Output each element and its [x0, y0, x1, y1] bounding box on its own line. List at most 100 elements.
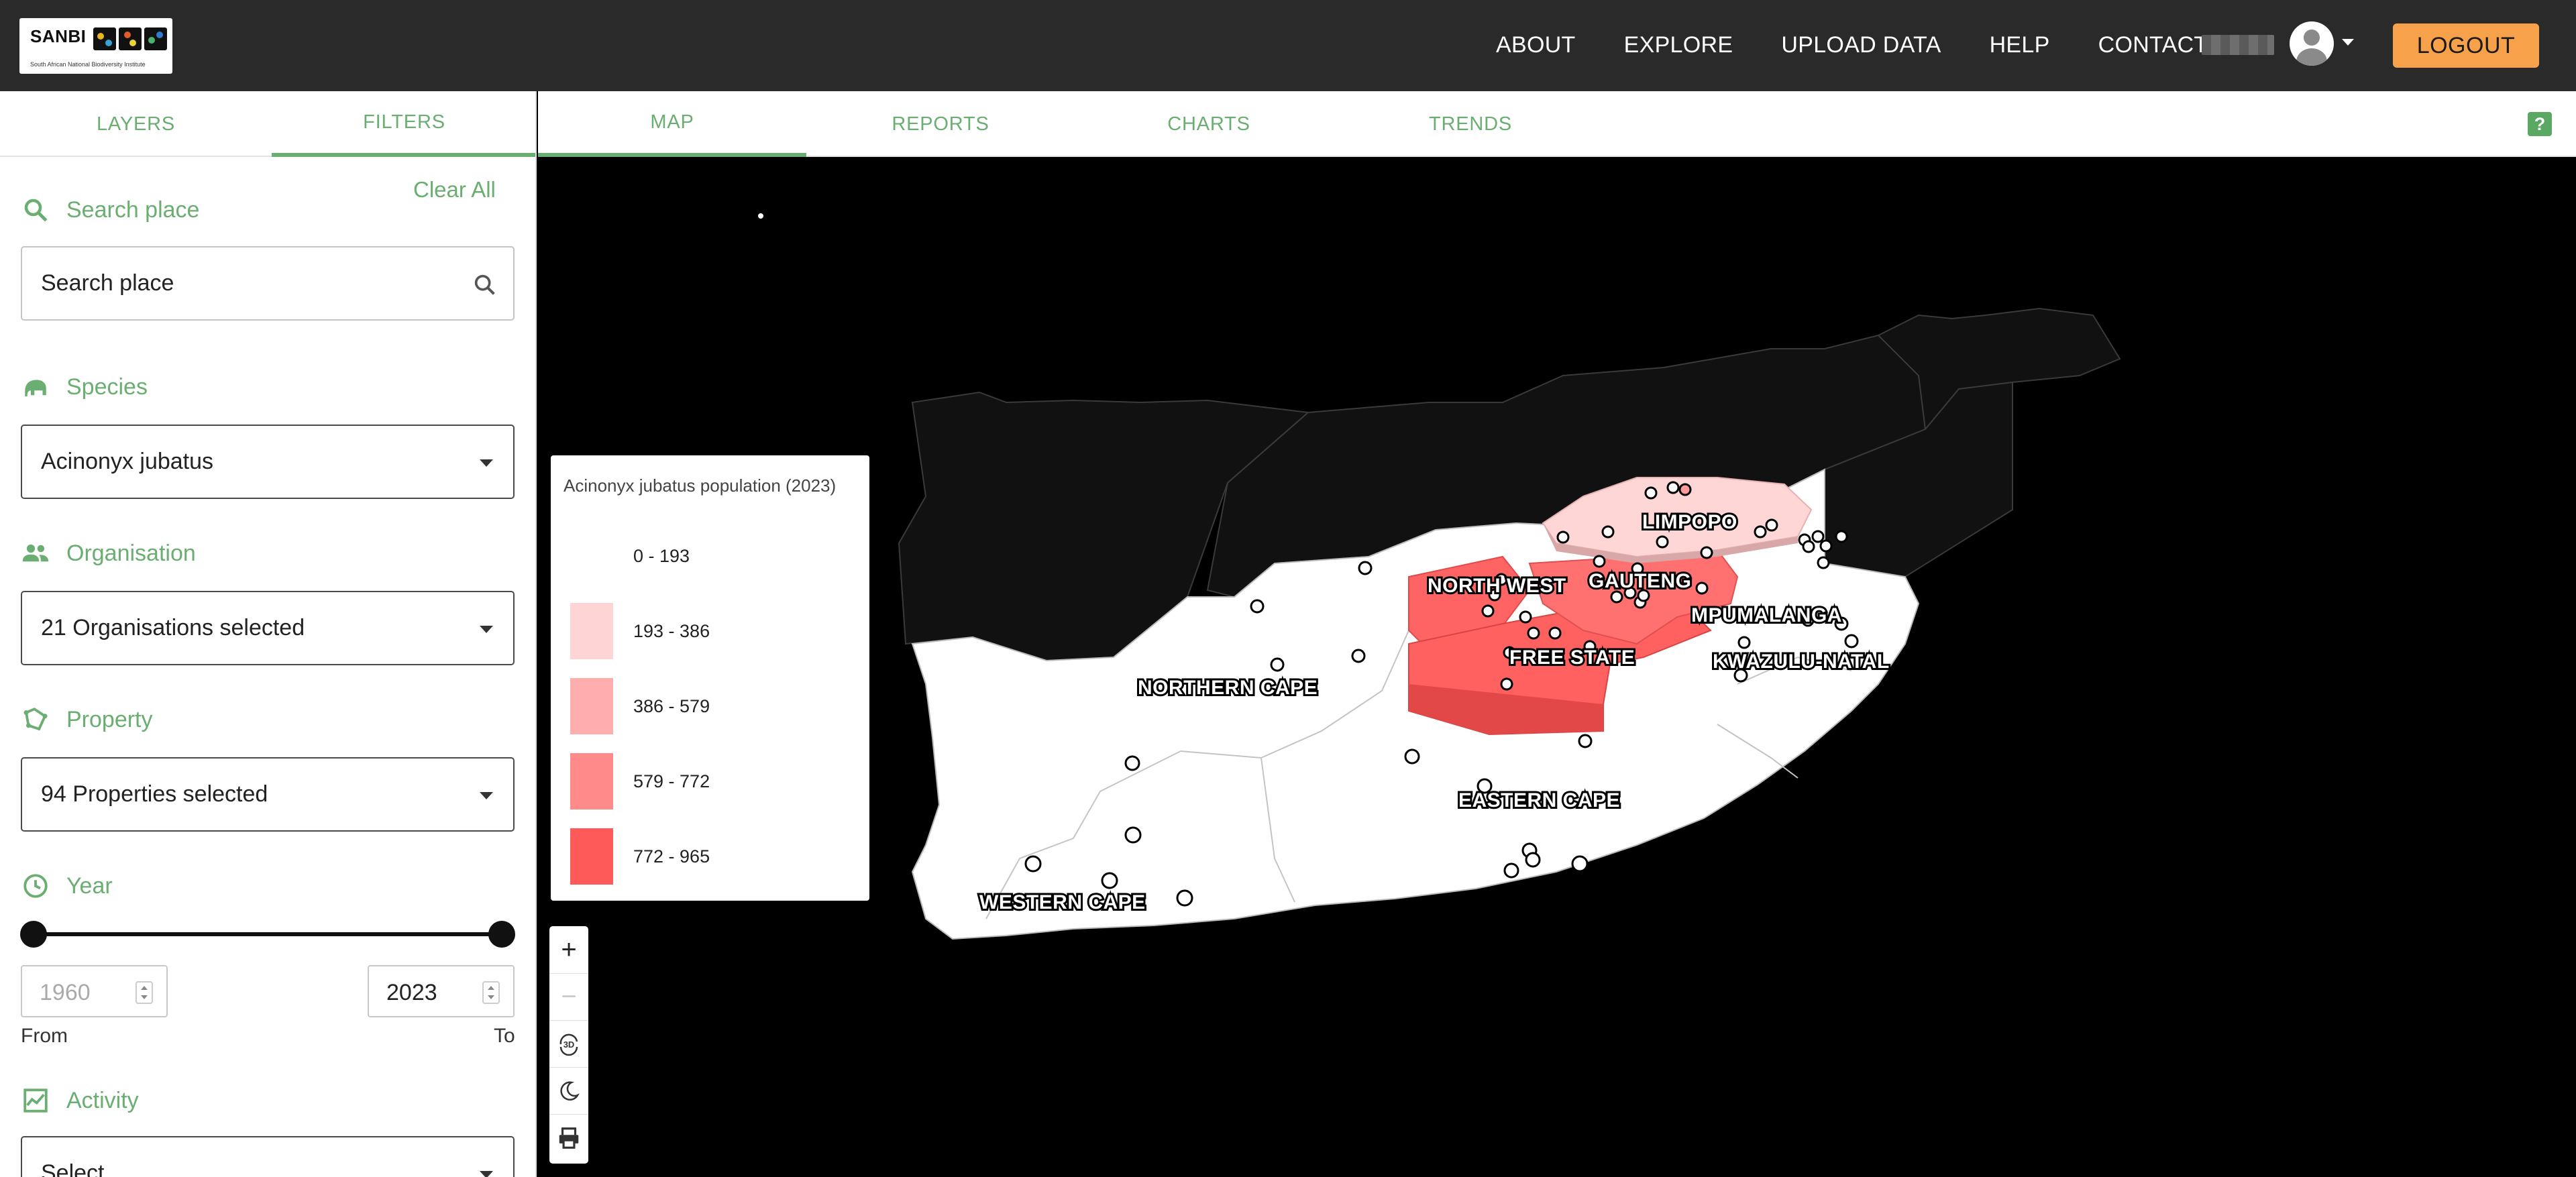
observation-point[interactable]: [1644, 486, 1658, 500]
year-from-input[interactable]: 1960: [21, 965, 168, 1017]
clock-icon: [23, 874, 48, 898]
observation-point[interactable]: [1358, 561, 1373, 575]
nav-contact[interactable]: CONTACT: [2098, 32, 2208, 58]
year-to-thumb[interactable]: [488, 921, 515, 948]
observation-point[interactable]: [1819, 539, 1833, 553]
zoom-in-button[interactable]: +: [549, 926, 588, 973]
3d-toggle-button[interactable]: 3D: [549, 1020, 588, 1067]
observation-point[interactable]: [1176, 889, 1193, 907]
legend-swatch: [570, 753, 613, 809]
observation-point[interactable]: [1666, 481, 1680, 494]
legend-item: 579 - 772: [570, 753, 865, 809]
province-label-mpumalanga: MPUMALANGA: [1691, 604, 1842, 626]
stepper-icon[interactable]: [136, 981, 153, 1004]
legend-swatch: [570, 678, 613, 734]
observation-point[interactable]: [1844, 634, 1859, 649]
legend-title: Acinonyx jubatus population (2023): [564, 475, 837, 496]
observation-point[interactable]: [1124, 826, 1142, 844]
observation-point[interactable]: [1802, 540, 1815, 553]
tab-layers[interactable]: LAYERS: [0, 91, 272, 157]
observation-point[interactable]: [1765, 518, 1778, 532]
observation-point[interactable]: [1571, 855, 1589, 873]
observation-point[interactable]: [1610, 590, 1623, 604]
map-legend: Acinonyx jubatus population (2023) 0 - 1…: [551, 455, 869, 901]
print-button[interactable]: [549, 1114, 588, 1161]
chevron-down-icon[interactable]: [2342, 39, 2354, 46]
observation-point[interactable]: [1817, 556, 1830, 569]
province-label-north-west: NORTH WEST: [1428, 575, 1566, 597]
species-select[interactable]: Acinonyx jubatus: [21, 425, 515, 499]
user-avatar-icon[interactable]: [2290, 21, 2334, 66]
observation-point[interactable]: [1578, 734, 1593, 748]
observation-point[interactable]: [1250, 599, 1265, 614]
observation-point[interactable]: [1503, 862, 1519, 879]
year-from-thumb[interactable]: [20, 921, 47, 948]
chevron-down-icon: [480, 1171, 493, 1177]
legend-item: 0 - 193: [570, 528, 865, 584]
logo-text: SANBI: [30, 26, 87, 46]
tab-trends[interactable]: TRENDS: [1336, 91, 1605, 157]
nav-explore[interactable]: EXPLORE: [1624, 32, 1733, 58]
theme-toggle-button[interactable]: [549, 1067, 588, 1114]
year-from-value: 1960: [40, 980, 91, 1005]
observation-point[interactable]: [1754, 525, 1767, 539]
observation-point[interactable]: [1811, 530, 1825, 543]
nav-help[interactable]: HELP: [1990, 32, 2050, 58]
legend-swatch: [570, 528, 613, 584]
nav-about[interactable]: ABOUT: [1496, 32, 1576, 58]
help-button[interactable]: ?: [2528, 112, 2552, 136]
observation-point[interactable]: [1527, 626, 1540, 640]
clear-all-button[interactable]: Clear All: [413, 177, 496, 203]
tab-reports[interactable]: REPORTS: [806, 91, 1075, 157]
zoom-out-button[interactable]: −: [549, 973, 588, 1020]
legend-item: 193 - 386: [570, 603, 865, 659]
observation-point[interactable]: [1404, 748, 1420, 765]
legend-label: 193 - 386: [633, 621, 710, 641]
legend-label: 772 - 965: [633, 846, 710, 866]
observation-point[interactable]: [1500, 677, 1513, 691]
observation-point[interactable]: [1835, 530, 1848, 543]
province-label-northern-cape: NORTHERN CAPE: [1138, 677, 1318, 699]
observation-point[interactable]: [1481, 604, 1495, 618]
search-place-input[interactable]: Search place: [21, 246, 515, 321]
search-icon[interactable]: [472, 272, 498, 298]
tab-filters[interactable]: FILTERS: [272, 91, 535, 157]
observation-point[interactable]: [1556, 530, 1570, 544]
activity-select[interactable]: Select: [21, 1136, 515, 1177]
observation-point[interactable]: [1593, 555, 1606, 568]
tab-map[interactable]: MAP: [538, 91, 806, 157]
organisation-value: 21 Organisations selected: [41, 615, 305, 640]
year-range-track[interactable]: [34, 932, 502, 936]
observation-point[interactable]: [1678, 483, 1692, 496]
observation-point[interactable]: [1525, 852, 1541, 868]
legend-swatch: [570, 828, 613, 885]
legend-item: 772 - 965: [570, 828, 865, 885]
observation-point[interactable]: [1519, 610, 1532, 624]
observation-point[interactable]: [1270, 657, 1285, 672]
year-to-input[interactable]: 2023: [368, 965, 515, 1017]
observation-point[interactable]: [1548, 626, 1562, 640]
observation-point[interactable]: [1024, 855, 1042, 873]
legend-label: 579 - 772: [633, 771, 710, 791]
nav-upload-data[interactable]: UPLOAD DATA: [1781, 32, 1941, 58]
sanbi-logo[interactable]: SANBI South African National Biodiversit…: [19, 18, 172, 74]
logout-button[interactable]: LOGOUT: [2393, 23, 2539, 68]
elephant-icon: [25, 380, 46, 396]
observation-point[interactable]: [1695, 581, 1709, 595]
stepper-icon[interactable]: [482, 981, 500, 1004]
legend-item: 386 - 579: [570, 678, 865, 734]
observation-point[interactable]: [1124, 755, 1140, 771]
observation-point[interactable]: [1656, 535, 1669, 549]
observation-point[interactable]: [1351, 649, 1366, 663]
activity-label: Activity: [66, 1088, 139, 1113]
observation-point[interactable]: [1601, 525, 1615, 539]
organisation-select[interactable]: 21 Organisations selected: [21, 591, 515, 665]
moon-icon: [560, 1081, 580, 1101]
tab-charts[interactable]: CHARTS: [1075, 91, 1343, 157]
observation-point[interactable]: [1700, 546, 1713, 559]
observation-point[interactable]: [1101, 872, 1118, 889]
province-label-western-cape: WESTERN CAPE: [979, 891, 1146, 913]
observation-point[interactable]: [1737, 636, 1751, 649]
property-select[interactable]: 94 Properties selected: [21, 757, 515, 832]
chevron-down-icon: [480, 459, 493, 467]
